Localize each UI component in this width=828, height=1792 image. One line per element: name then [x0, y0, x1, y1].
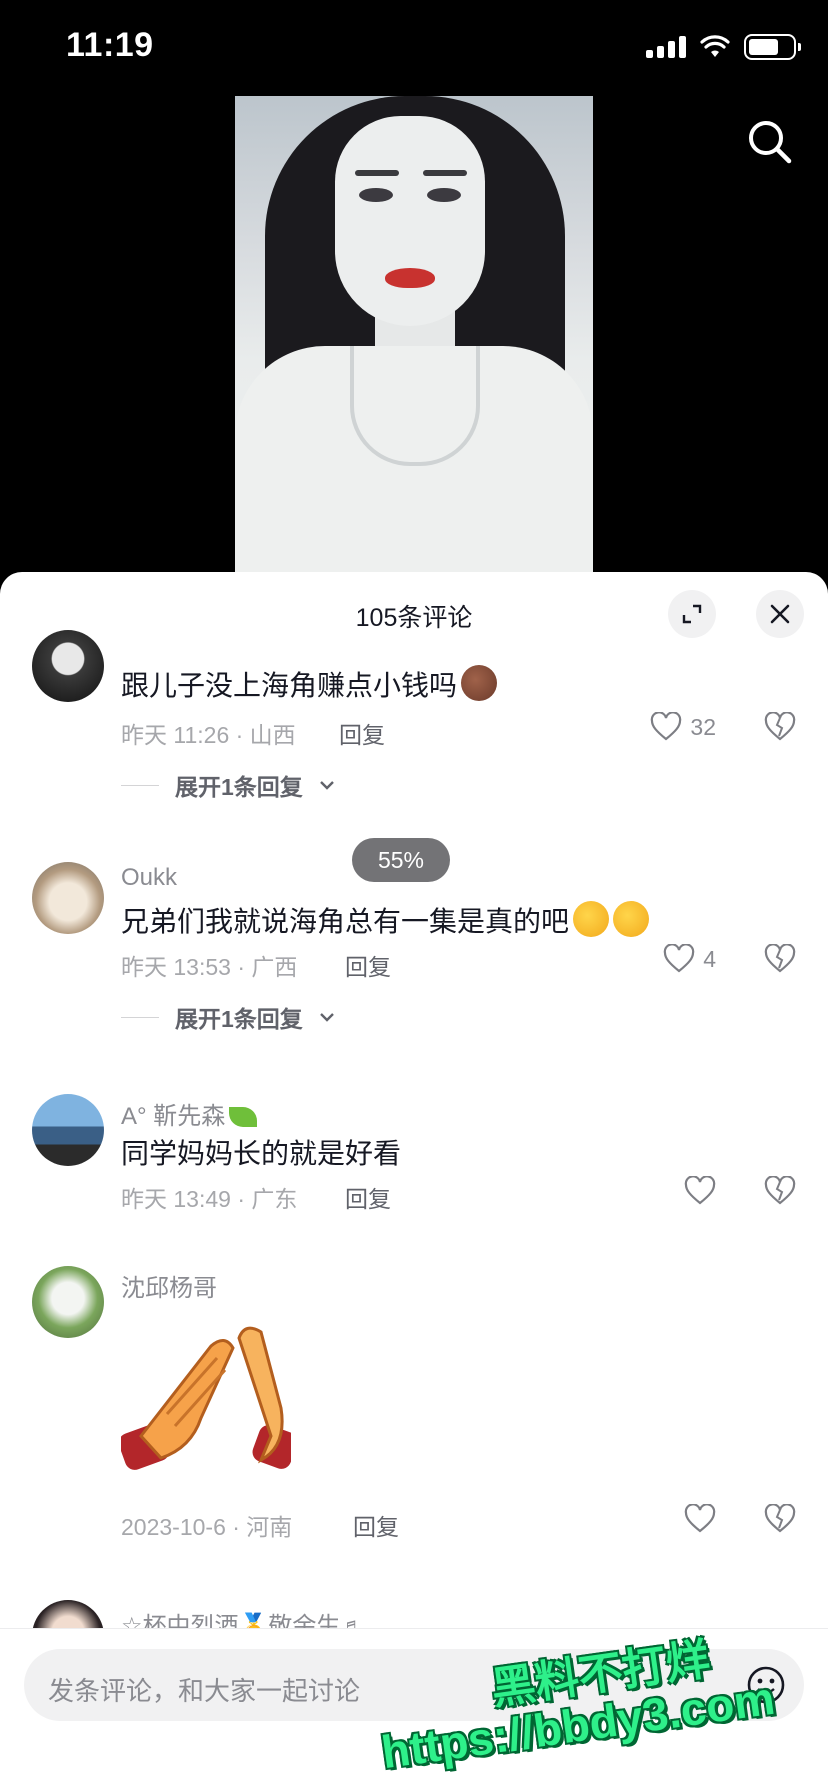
comment-input-placeholder: 发条评论，和大家一起讨论	[48, 1676, 361, 1706]
search-icon	[749, 121, 792, 164]
expand-replies-label: 展开1条回复	[175, 774, 303, 800]
wifi-icon	[700, 35, 730, 57]
comment-text: 跟儿子没上海角赚点小钱吗	[121, 664, 498, 704]
video-player[interactable]	[0, 96, 828, 586]
expand-button[interactable]	[668, 590, 716, 638]
avatar[interactable]	[32, 1266, 104, 1338]
poop-emoji-icon	[461, 665, 498, 701]
avatar[interactable]	[32, 862, 104, 934]
like-button[interactable]: 32	[650, 712, 716, 742]
avatar[interactable]	[32, 630, 104, 702]
chevron-down-icon	[319, 781, 334, 790]
comment-item: 沈邱杨哥 2023-10-6 · 河南 回复	[0, 1266, 828, 1546]
expand-replies-button[interactable]: 展开1条回复	[121, 768, 335, 802]
leaf-icon	[229, 1107, 258, 1127]
crying-emoji-icon	[573, 901, 610, 937]
like-button[interactable]	[684, 1176, 716, 1206]
comment-item: Oukk 兄弟们我就说海角总有一集是真的吧 昨天 13:53 · 广西 回复 4…	[0, 862, 828, 1032]
crying-emoji-icon	[613, 901, 650, 937]
comment-time-location: 2023-10-6 · 河南	[121, 1514, 293, 1540]
heart-icon	[684, 1504, 716, 1533]
broken-heart-icon	[764, 1175, 796, 1205]
dislike-button[interactable]	[764, 1503, 796, 1539]
heart-icon	[663, 944, 695, 973]
like-button[interactable]	[684, 1504, 716, 1534]
comment-username[interactable]: A° 靳先森	[121, 1096, 258, 1131]
comment-input-bar: 发条评论，和大家一起讨论	[0, 1628, 828, 1792]
reply-button[interactable]: 回复	[345, 948, 391, 982]
comment-username[interactable]: Oukk	[121, 864, 177, 892]
chevron-down-icon	[319, 1013, 334, 1022]
status-time: 11:19	[66, 26, 154, 64]
dislike-button[interactable]	[764, 943, 796, 979]
heart-icon	[651, 712, 682, 741]
clapping-hands-sticker[interactable]	[121, 1318, 291, 1488]
close-button[interactable]	[756, 590, 804, 638]
broken-heart-icon	[764, 1503, 796, 1533]
expand-replies-button[interactable]: 展开1条回复	[121, 1000, 335, 1034]
comment-time-location: 昨天 13:53 · 广西	[121, 954, 298, 980]
broken-heart-icon	[764, 943, 796, 973]
search-button[interactable]	[742, 114, 798, 170]
expand-replies-label: 展开1条回复	[175, 1006, 303, 1032]
heart-icon	[684, 1176, 716, 1205]
like-button[interactable]: 4	[663, 944, 716, 974]
comment-item: 跟儿子没上海角赚点小钱吗 昨天 11:26 · 山西 回复 32 展开1条回复	[0, 630, 828, 802]
broken-heart-icon	[764, 711, 796, 741]
comment-username[interactable]: 沈邱杨哥	[121, 1268, 217, 1303]
like-count: 32	[690, 713, 716, 740]
status-bar: 11:19	[0, 0, 828, 96]
status-icons	[646, 34, 801, 60]
comments-sheet: 105条评论 跟儿子没上海角赚点小钱吗 昨天 11:26 · 山西 回复 32	[0, 572, 828, 1792]
avatar[interactable]	[32, 1094, 104, 1166]
close-icon	[770, 604, 790, 624]
comment-text: 同学妈妈长的就是好看	[121, 1138, 402, 1169]
like-count: 4	[703, 945, 716, 972]
dislike-button[interactable]	[764, 711, 796, 747]
dislike-button[interactable]	[764, 1175, 796, 1211]
comment-time-location: 昨天 13:49 · 广东	[121, 1186, 298, 1212]
expand-icon	[682, 604, 702, 624]
video-frame[interactable]	[235, 96, 593, 576]
emoji-icon[interactable]	[746, 1665, 786, 1705]
comment-time-location: 昨天 11:26 · 山西	[121, 722, 296, 748]
reply-button[interactable]: 回复	[345, 1180, 391, 1214]
comment-text: 兄弟们我就说海角总有一集是真的吧	[121, 900, 650, 940]
comment-input[interactable]: 发条评论，和大家一起讨论	[24, 1649, 804, 1721]
reply-button[interactable]: 回复	[339, 716, 385, 750]
reply-button[interactable]: 回复	[353, 1508, 399, 1542]
battery-icon	[744, 34, 801, 60]
cellular-signal-icon	[646, 36, 686, 58]
comment-item: A° 靳先森 同学妈妈长的就是好看 昨天 13:49 · 广东 回复	[0, 1094, 828, 1214]
